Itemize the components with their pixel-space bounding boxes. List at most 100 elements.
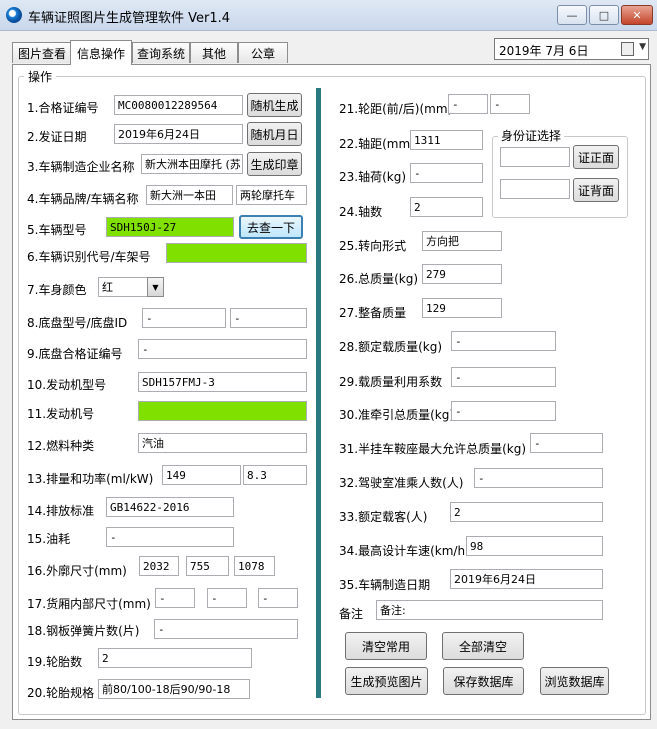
label-cargo-dimensions: 17.货厢内部尺寸(mm) — [27, 597, 151, 611]
semitrailer-saddle-input[interactable]: - — [530, 433, 603, 453]
id-back-input[interactable] — [500, 179, 570, 199]
label-chassis-model: 8.底盘型号/底盘ID — [27, 316, 128, 330]
tab-info-operation[interactable]: 信息操作 — [70, 40, 132, 65]
label-displacement-power: 13.排量和功率(ml/kW) — [27, 472, 154, 486]
app-logo-icon — [6, 7, 22, 23]
label-max-speed: 34.最高设计车速(km/h — [339, 544, 466, 558]
chassis-id-input[interactable]: - — [230, 308, 307, 328]
app-window: 车辆证照图片生成管理软件 Ver1.4 — □ ✕ 图片查看 信息操作 查询系统… — [0, 0, 657, 729]
id-front-button[interactable]: 证正面 — [573, 145, 619, 169]
max-speed-input[interactable]: 98 — [466, 536, 603, 556]
tab-image-view[interactable]: 图片查看 — [12, 42, 72, 63]
tab-other[interactable]: 其他 — [190, 42, 238, 63]
vehicle-model-input[interactable]: SDH150J-27 — [106, 217, 234, 237]
label-tire-count: 19.轮胎数 — [27, 655, 83, 669]
look-up-button[interactable]: 去查一下 — [239, 215, 303, 239]
label-certificate-number: 1.合格证编号 — [27, 101, 99, 115]
chevron-down-icon[interactable]: ▼ — [147, 277, 164, 297]
random-date-button[interactable]: 随机月日 — [247, 122, 302, 146]
label-fuel-consumption: 15.油耗 — [27, 532, 71, 546]
axle-count-input[interactable]: 2 — [410, 197, 483, 217]
calendar-icon[interactable] — [621, 42, 634, 56]
steering-input[interactable]: 方向把 — [422, 231, 502, 251]
displacement-input[interactable]: 149 — [162, 465, 241, 485]
browse-database-button[interactable]: 浏览数据库 — [540, 667, 609, 695]
generate-preview-button[interactable]: 生成预览图片 — [345, 667, 428, 695]
label-cab-capacity: 32.驾驶室准乘人数(人) — [339, 476, 464, 490]
fuel-type-input[interactable]: 汽油 — [138, 433, 307, 453]
clear-all-button[interactable]: 全部清空 — [442, 632, 524, 660]
tire-count-input[interactable]: 2 — [98, 648, 252, 668]
label-body-color: 7.车身颜色 — [27, 283, 87, 297]
random-generate-button[interactable]: 随机生成 — [247, 93, 302, 117]
label-manufacture-date: 35.车辆制造日期 — [339, 578, 431, 592]
label-tire-spec: 20.轮胎规格 — [27, 686, 95, 700]
cargo-length-input[interactable]: - — [155, 588, 195, 608]
cab-capacity-input[interactable]: - — [474, 468, 603, 488]
front-track-input[interactable]: - — [448, 94, 488, 114]
close-button[interactable]: ✕ — [621, 5, 653, 25]
label-steering: 25.转向形式 — [339, 239, 407, 253]
label-semitrailer-saddle: 31.半挂车鞍座最大允许总质量(kg) — [339, 442, 527, 456]
manufacture-date-input[interactable]: 2019年6月24日 — [450, 569, 603, 589]
label-brand-name: 4.车辆品牌/车辆名称 — [27, 192, 139, 206]
emission-standard-input[interactable]: GB14622-2016 — [106, 497, 234, 517]
chevron-down-icon[interactable]: ▼ — [639, 42, 646, 52]
remark-input[interactable]: 备注: — [376, 600, 603, 620]
minimize-button[interactable]: — — [557, 5, 587, 25]
id-back-button[interactable]: 证背面 — [573, 178, 619, 202]
maximize-button[interactable]: □ — [589, 5, 619, 25]
engine-model-input[interactable]: SDH157FMJ-3 — [138, 372, 307, 392]
chassis-certificate-input[interactable]: - — [138, 339, 307, 359]
label-manufacturer: 3.车辆制造企业名称 — [27, 160, 135, 174]
rated-passengers-input[interactable]: 2 — [450, 502, 603, 522]
length-input[interactable]: 2032 — [139, 556, 179, 576]
label-issue-date: 2.发证日期 — [27, 130, 87, 144]
cargo-width-input[interactable]: - — [207, 588, 247, 608]
date-picker[interactable]: 2019年 7月 6日 ▼ — [494, 38, 649, 60]
vin-input[interactable] — [166, 243, 307, 263]
leaf-springs-input[interactable]: - — [154, 619, 298, 639]
id-front-input[interactable] — [500, 147, 570, 167]
curb-mass-input[interactable]: 129 — [422, 298, 502, 318]
label-chassis-certificate: 9.底盘合格证编号 — [27, 347, 123, 361]
window-title: 车辆证照图片生成管理软件 Ver1.4 — [28, 11, 231, 26]
vehicle-name-input[interactable]: 两轮摩托车 — [236, 185, 307, 205]
tab-official-seal[interactable]: 公章 — [238, 42, 288, 63]
rated-load-input[interactable]: - — [451, 331, 556, 351]
cargo-height-input[interactable]: - — [258, 588, 298, 608]
engine-number-input[interactable] — [138, 401, 307, 421]
clear-common-button[interactable]: 清空常用 — [345, 632, 427, 660]
label-outer-dimensions: 16.外廓尺寸(mm) — [27, 564, 127, 578]
rear-track-input[interactable]: - — [490, 94, 530, 114]
label-track-width: 21.轮距(前/后)(mm) — [339, 102, 453, 116]
date-value: 2019年 7月 6日 — [499, 44, 589, 58]
wheelbase-input[interactable]: 1311 — [410, 130, 483, 150]
axle-load-input[interactable]: - — [410, 163, 483, 183]
power-input[interactable]: 8.3 — [243, 465, 307, 485]
tab-query-system[interactable]: 查询系统 — [132, 42, 190, 63]
manufacturer-input[interactable]: 新大洲本田摩托 (苏 — [141, 154, 243, 174]
load-utilization-input[interactable]: - — [451, 367, 556, 387]
total-mass-input[interactable]: 279 — [422, 264, 502, 284]
height-input[interactable]: 1078 — [234, 556, 275, 576]
tire-spec-input[interactable]: 前80/100-18后90/90-18 — [98, 679, 250, 699]
generate-seal-button[interactable]: 生成印章 — [247, 152, 302, 176]
save-database-button[interactable]: 保存数据库 — [443, 667, 524, 695]
issue-date-input[interactable]: 2019年6月24日 — [114, 124, 243, 144]
label-vin: 6.车辆识别代号/车架号 — [27, 250, 151, 264]
label-leaf-springs: 18.钢板弹簧片数(片) — [27, 624, 140, 638]
towing-mass-input[interactable]: - — [451, 401, 556, 421]
label-wheelbase: 22.轴距(mm) — [339, 137, 415, 151]
label-axle-load: 23.轴荷(kg) — [339, 170, 407, 184]
width-input[interactable]: 755 — [186, 556, 229, 576]
brand-input[interactable]: 新大洲一本田 — [146, 185, 233, 205]
title-bar: 车辆证照图片生成管理软件 Ver1.4 — □ ✕ — [0, 0, 657, 31]
certificate-number-input[interactable]: MC0080012289564 — [114, 95, 243, 115]
body-color-select[interactable]: 红 — [98, 277, 148, 297]
fuel-consumption-input[interactable]: - — [106, 527, 234, 547]
label-engine-number: 11.发动机号 — [27, 407, 95, 421]
chassis-model-input[interactable]: - — [142, 308, 226, 328]
label-remark: 备注 — [339, 607, 364, 621]
id-card-title: 身份证选择 — [498, 127, 565, 144]
